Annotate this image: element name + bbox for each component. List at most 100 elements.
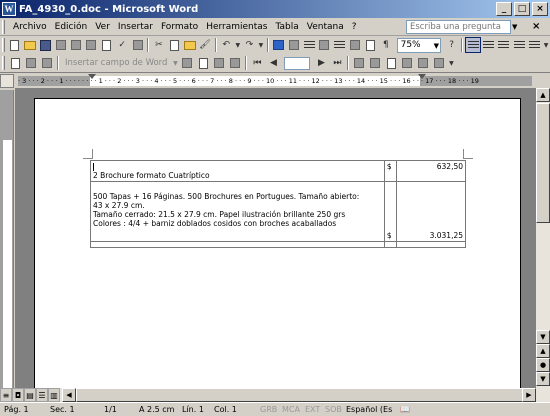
insert-table-icon[interactable]	[301, 37, 316, 53]
field-dropdown-icon[interactable]: ▼	[171, 55, 179, 71]
open-folder-icon[interactable]	[22, 37, 37, 53]
align-right-icon[interactable]	[496, 37, 511, 53]
horizontal-scrollbar[interactable]: ≡ ◘ ▤ ☰ ▥ ◀ ▶	[0, 388, 550, 402]
previous-record-icon[interactable]: ◀	[265, 55, 281, 71]
close-button[interactable]: ×	[532, 2, 548, 16]
justify-icon[interactable]	[511, 37, 526, 53]
undo-dropdown-icon[interactable]: ▼	[234, 37, 242, 53]
table-cell-description[interactable]: 2 Brochure formato Cuatríptico	[90, 160, 385, 182]
document-page[interactable]: 2 Brochure formato Cuatríptico $ 632,50 …	[34, 98, 521, 388]
menu-edicion[interactable]: Edición	[51, 22, 92, 32]
print-preview-icon[interactable]	[99, 37, 114, 53]
insert-word-field-dropdown[interactable]: Insertar campo de Word	[61, 58, 171, 68]
scroll-down-icon[interactable]: ▼	[536, 330, 550, 344]
record-number-input[interactable]	[284, 56, 311, 70]
line-spacing-icon[interactable]	[527, 37, 542, 53]
invoice-table[interactable]: 2 Brochure formato Cuatríptico $ 632,50 …	[90, 160, 467, 248]
status-record-macro[interactable]: GRB	[260, 405, 277, 414]
zoom-select[interactable]: 75% ▼	[396, 37, 441, 53]
document-map-icon[interactable]	[363, 37, 378, 53]
vertical-ruler[interactable]	[0, 90, 14, 388]
hyperlink-icon[interactable]	[271, 37, 286, 53]
previous-page-icon[interactable]: ▲	[536, 344, 550, 358]
merge-email-icon[interactable]	[415, 55, 431, 71]
scroll-right-icon[interactable]: ▶	[522, 388, 536, 402]
spelling-icon[interactable]: ✓	[114, 37, 129, 53]
next-page-icon[interactable]: ▼	[536, 372, 550, 386]
normal-view-icon[interactable]: ≡	[0, 388, 12, 402]
menu-formato[interactable]: Formato	[157, 22, 202, 32]
merge-printer-icon[interactable]	[399, 55, 415, 71]
status-extend[interactable]: EXT	[305, 405, 320, 414]
last-record-icon[interactable]: ⏭	[329, 55, 345, 71]
menubar-grip[interactable]	[2, 19, 5, 34]
table-row[interactable]: 2 Brochure formato Cuatríptico $ 632,50	[90, 160, 467, 182]
first-line-indent-marker[interactable]	[88, 74, 96, 79]
table-row[interactable]	[90, 241, 467, 248]
browse-object-icon[interactable]: ●	[536, 358, 550, 372]
show-hide-icon[interactable]: ¶	[378, 37, 393, 53]
paste-icon[interactable]	[182, 37, 197, 53]
help-icon[interactable]: ?	[444, 37, 459, 53]
first-record-icon[interactable]: ⏮	[249, 55, 265, 71]
save-icon[interactable]	[38, 37, 53, 53]
main-document-setup-icon[interactable]	[7, 55, 23, 71]
cut-icon[interactable]: ✂	[151, 37, 166, 53]
menu-insertar[interactable]: Insertar	[114, 22, 157, 32]
redo-icon[interactable]: ↷	[242, 37, 257, 53]
ask-dropdown-icon[interactable]: ▼	[512, 23, 517, 31]
menu-archivo[interactable]: Archivo	[9, 22, 51, 32]
undo-icon[interactable]: ↶	[219, 37, 234, 53]
email-icon[interactable]	[68, 37, 83, 53]
reading-layout-icon[interactable]: ▥	[48, 388, 60, 402]
status-overtype[interactable]: SOB	[325, 405, 342, 414]
menu-tabla[interactable]: Tabla	[272, 22, 303, 32]
menu-ver[interactable]: Ver	[91, 22, 114, 32]
menu-ventana[interactable]: Ventana	[303, 22, 348, 32]
print-layout-icon[interactable]: ▤	[24, 388, 36, 402]
outline-view-icon[interactable]: ☰	[36, 388, 48, 402]
table-cell-currency[interactable]: $	[383, 181, 397, 242]
match-fields-icon[interactable]	[227, 55, 243, 71]
zoom-dropdown-icon[interactable]: ▼	[434, 40, 439, 53]
format-painter-icon[interactable]: 🖌	[197, 37, 212, 53]
tab-selector[interactable]	[0, 74, 14, 88]
align-left-icon[interactable]	[465, 37, 481, 53]
view-merged-data-icon[interactable]	[195, 55, 211, 71]
horizontal-scroll-thumb[interactable]	[76, 388, 526, 402]
insert-excel-icon[interactable]	[317, 37, 332, 53]
tables-borders-icon[interactable]	[286, 37, 301, 53]
merge-fax-icon[interactable]	[431, 55, 447, 71]
table-cell-empty[interactable]	[383, 241, 397, 248]
align-center-icon[interactable]	[481, 37, 496, 53]
research-icon[interactable]	[130, 37, 145, 53]
table-cell-empty[interactable]	[90, 241, 385, 248]
ask-question-input[interactable]: Escriba una pregunta	[406, 20, 511, 34]
web-layout-icon[interactable]: ◘	[12, 388, 24, 402]
menu-herramientas[interactable]: Herramientas	[202, 22, 271, 32]
insert-merge-field-icon[interactable]	[179, 55, 195, 71]
columns-icon[interactable]	[332, 37, 347, 53]
table-cell-amount[interactable]: 3.031,25	[395, 181, 467, 242]
minimize-button[interactable]: _	[496, 2, 512, 16]
table-cell-empty[interactable]	[395, 241, 467, 248]
drawing-icon[interactable]	[348, 37, 363, 53]
print-icon[interactable]	[84, 37, 99, 53]
highlight-fields-icon[interactable]	[211, 55, 227, 71]
right-indent-marker[interactable]	[418, 74, 426, 79]
vertical-scrollbar[interactable]: ▲ ▼ ▲ ● ▼	[536, 88, 550, 388]
next-record-icon[interactable]: ▶	[313, 55, 329, 71]
scroll-left-icon[interactable]: ◀	[62, 388, 76, 402]
redo-dropdown-icon[interactable]: ▼	[257, 37, 265, 53]
new-document-icon[interactable]	[7, 37, 22, 53]
table-cell-amount[interactable]: 632,50	[395, 160, 467, 182]
open-data-source-icon[interactable]	[23, 55, 39, 71]
copy-icon[interactable]	[167, 37, 182, 53]
scroll-up-icon[interactable]: ▲	[536, 88, 550, 102]
check-errors-icon[interactable]	[367, 55, 383, 71]
document-close-icon[interactable]: ×	[532, 21, 540, 32]
status-track-changes[interactable]: MCA	[282, 405, 300, 414]
toolbar-options-icon[interactable]: ▼	[447, 55, 455, 71]
menu-help[interactable]: ?	[348, 22, 361, 32]
toolbar-grip[interactable]	[2, 56, 5, 70]
